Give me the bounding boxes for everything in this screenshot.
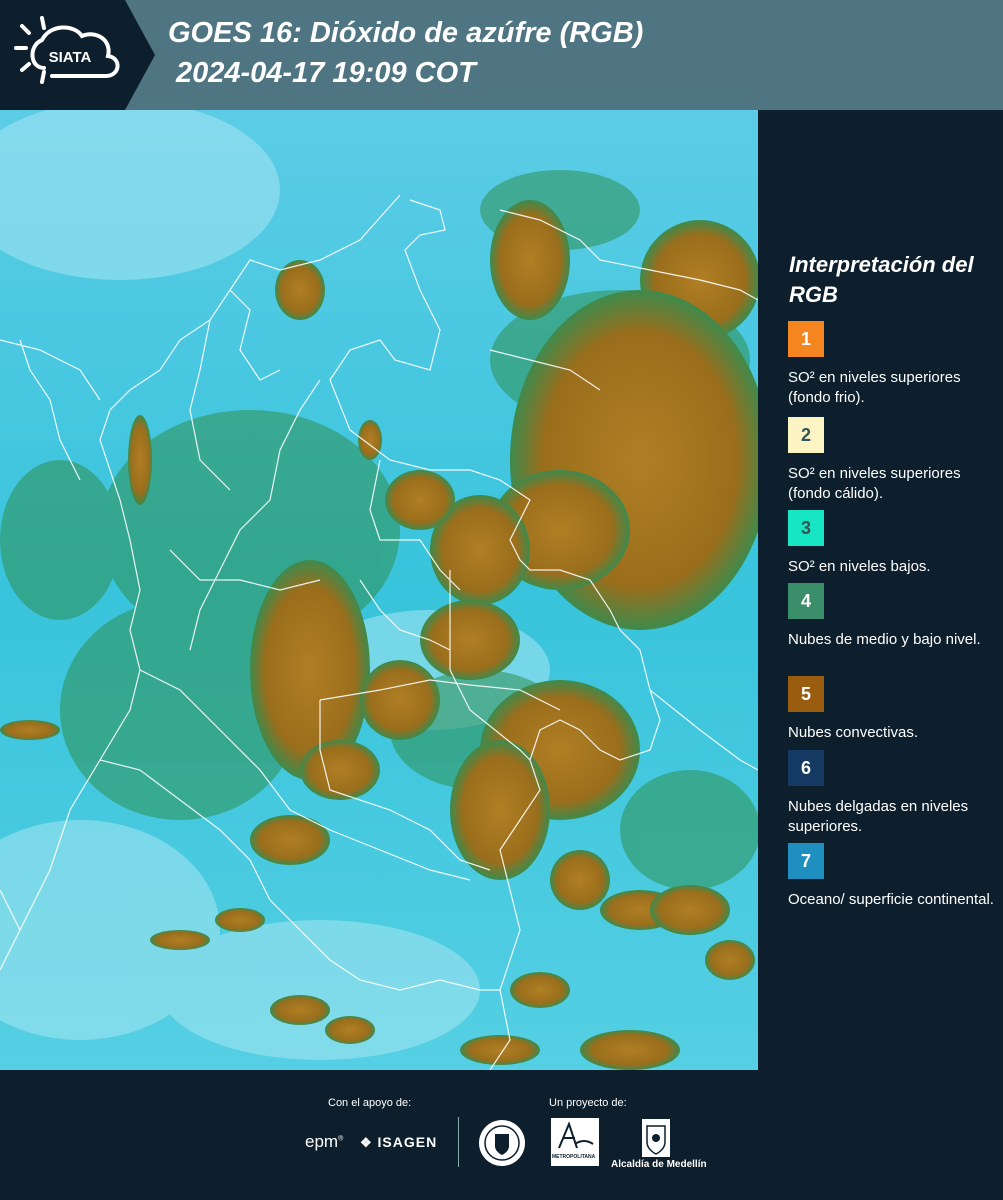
legend-title: Interpretación del RGB	[789, 252, 974, 307]
legend-label: Nubes de medio y bajo nivel.	[788, 631, 981, 648]
area-label: METROPOLITANA	[552, 1154, 596, 1160]
medellin-seal-icon[interactable]	[477, 1118, 527, 1168]
isagen-icon: ❖	[360, 1135, 373, 1150]
legend-item-3: 3 SO² en niveles bajos.	[788, 510, 998, 577]
legend-label: Nubes convectivas.	[788, 724, 919, 741]
legend-item-2: 2 SO² en niveles superiores (fondo cálid…	[788, 417, 998, 504]
rgb-satellite-image	[0, 110, 758, 1070]
area-script-icon	[558, 1121, 594, 1149]
legend-label: SO² en niveles superiores (fondo cálido)…	[788, 465, 961, 502]
alcaldia-label: Alcaldía de Medellín	[611, 1159, 707, 1170]
legend-swatch: 4	[788, 583, 824, 619]
legend-label: Oceano/ superficie continental.	[788, 891, 994, 908]
legend-swatch: 1	[788, 321, 824, 357]
siata-logo[interactable]: SIATA	[0, 0, 155, 110]
coat-of-arms-icon	[642, 1119, 670, 1157]
footer-divider	[458, 1117, 459, 1167]
area-metropolitana-logo[interactable]: METROPOLITANA	[551, 1118, 599, 1166]
legend-item-6: 6 Nubes delgadas en niveles superiores.	[788, 750, 998, 837]
footer-bar: Con el apoyo de: Un proyecto de: epm® ❖ …	[0, 1070, 1003, 1200]
satellite-map[interactable]	[0, 110, 758, 1070]
header-bar: SIATA GOES 16: Dióxido de azúfre (RGB) 2…	[0, 0, 1003, 110]
legend-item-1: 1 SO² en niveles superiores (fondo frio)…	[788, 321, 998, 408]
epm-logo[interactable]: epm®	[305, 1132, 343, 1152]
isagen-logo[interactable]: ❖ ISAGEN	[360, 1134, 437, 1151]
legend-label: SO² en niveles bajos.	[788, 558, 931, 575]
isagen-text: ISAGEN	[377, 1134, 438, 1150]
project-label: Un proyecto de:	[549, 1097, 627, 1109]
alcaldia-emblem[interactable]	[641, 1118, 671, 1158]
legend-item-7: 7 Oceano/ superficie continental.	[788, 843, 998, 910]
legend-panel: Interpretación del RGB 1 SO² en niveles …	[758, 110, 1003, 1070]
sun-cloud-icon: SIATA	[14, 16, 120, 84]
logo-text: SIATA	[49, 49, 92, 66]
legend-swatch: 2	[788, 417, 824, 453]
support-label: Con el apoyo de:	[328, 1097, 412, 1109]
legend-swatch: 3	[788, 510, 824, 546]
epm-text: epm	[305, 1132, 339, 1151]
page-title: GOES 16: Dióxido de azúfre (RGB)	[168, 17, 644, 49]
legend-label: Nubes delgadas en niveles superiores.	[788, 798, 969, 835]
legend-item-4: 4 Nubes de medio y bajo nivel.	[788, 583, 998, 650]
legend-swatch: 7	[788, 843, 824, 879]
legend-swatch: 5	[788, 676, 824, 712]
legend-item-5: 5 Nubes convectivas.	[788, 676, 998, 743]
timestamp: 2024-04-17 19:09 COT	[176, 57, 476, 89]
legend-label: SO² en niveles superiores (fondo frio).	[788, 369, 961, 406]
legend-swatch: 6	[788, 750, 824, 786]
